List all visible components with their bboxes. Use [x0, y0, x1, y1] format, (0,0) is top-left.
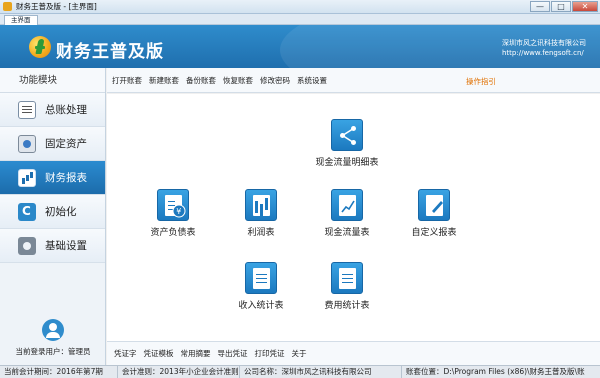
- status-period: 当前会计期间：2016年第7期: [0, 366, 118, 378]
- backup-account-button[interactable]: 备份账套: [186, 75, 216, 86]
- report-expense-stats[interactable]: 费用统计表: [312, 262, 382, 311]
- title-bar: 财务王普及版 - [主界面] — □ ✕: [0, 0, 600, 14]
- company-info: 深圳市风之讯科技有限公司 http://www.fengsoft.cn/: [502, 38, 586, 58]
- report-panel: 现金流量明细表 ¥ 资产负债表 利润表 现金流量表 自定义报表 收入统计表 费用…: [107, 94, 600, 341]
- init-icon: [18, 202, 36, 221]
- report-label: 收入统计表: [238, 301, 284, 311]
- share-icon: [331, 119, 363, 151]
- current-user: 当前登录用户：管理员: [0, 315, 106, 365]
- top-toolbar: 打开账套 新建账套 备份账套 恢复账套 修改密码 系统设置 操作指引: [107, 68, 600, 93]
- header-banner: 财务王普及版 深圳市风之讯科技有限公司 http://www.fengsoft.…: [0, 25, 600, 68]
- status-company: 公司名称：深圳市风之讯科技有限公司: [240, 366, 402, 378]
- report-label: 费用统计表: [324, 301, 370, 311]
- sidebar-item-label: 初始化: [45, 206, 77, 218]
- sidebar-item-fixed-assets[interactable]: 固定资产: [0, 127, 105, 161]
- report-cashflow-statement[interactable]: 现金流量表: [307, 189, 387, 238]
- sidebar-item-ledger[interactable]: 总账处理: [0, 93, 105, 127]
- system-settings-button[interactable]: 系统设置: [297, 75, 327, 86]
- about-button[interactable]: 关于: [292, 348, 307, 359]
- close-button[interactable]: ✕: [572, 1, 598, 12]
- clipboard-yen-icon: ¥: [157, 189, 189, 221]
- current-user-label: 当前登录用户：管理员: [15, 347, 91, 356]
- report-label: 资产负债表: [150, 228, 196, 238]
- window-title: 财务王普及版 - [主界面]: [16, 2, 97, 11]
- app-icon: [3, 2, 12, 11]
- sidebar-item-label: 总账处理: [45, 104, 87, 116]
- avatar: [42, 319, 64, 341]
- sidebar-item-init[interactable]: 初始化: [0, 195, 105, 229]
- svg-text:¥: ¥: [176, 207, 181, 216]
- tab-strip: 主界面: [0, 14, 600, 25]
- clipboard-list-icon: [331, 262, 363, 294]
- report-icon: [18, 168, 36, 187]
- restore-account-button[interactable]: 恢复账套: [223, 75, 253, 86]
- sidebar-header: 功能模块: [0, 68, 105, 93]
- report-cashflow-detail[interactable]: 现金流量明细表: [302, 119, 392, 168]
- sidebar-item-label: 基础设置: [45, 240, 87, 252]
- status-path: 账套位置：D:\Program Files (x86)\财务王普及版\账: [406, 366, 585, 376]
- change-password-button[interactable]: 修改密码: [260, 75, 290, 86]
- app-name: 财务王普及版: [56, 42, 164, 62]
- report-label: 现金流量表: [324, 228, 370, 238]
- report-balance-sheet[interactable]: ¥ 资产负债表: [143, 189, 203, 238]
- minimize-button[interactable]: —: [530, 1, 550, 12]
- status-bar: 当前会计期间：2016年第7期 会计准则：2013年小企业会计准则 公司名称：深…: [0, 365, 600, 378]
- operation-guide-link[interactable]: 操作指引: [466, 76, 496, 87]
- report-label: 自定义报表: [411, 228, 457, 238]
- report-custom[interactable]: 自定义报表: [399, 189, 469, 238]
- common-summary-button[interactable]: 常用摘要: [181, 348, 211, 359]
- company-url[interactable]: http://www.fengsoft.cn/: [502, 48, 586, 58]
- report-label: 现金流量明细表: [315, 158, 379, 168]
- maximize-button[interactable]: □: [551, 1, 571, 12]
- voucher-type-button[interactable]: 凭证字: [114, 348, 137, 359]
- print-voucher-button[interactable]: 打印凭证: [255, 348, 285, 359]
- tab-main[interactable]: 主界面: [4, 15, 38, 25]
- sidebar-item-reports[interactable]: 财务报表: [0, 161, 105, 195]
- new-account-button[interactable]: 新建账套: [149, 75, 179, 86]
- sidebar-item-settings[interactable]: 基础设置: [0, 229, 105, 263]
- bottom-toolbar: 凭证字 凭证模板 常用摘要 导出凭证 打印凭证 关于: [107, 341, 600, 365]
- window-controls: — □ ✕: [530, 1, 598, 12]
- gear-icon: [18, 236, 36, 255]
- report-label: 利润表: [247, 228, 275, 238]
- sidebar: 功能模块 总账处理 固定资产 财务报表 初始化 基础设置 当前登录用户：管理员: [0, 68, 106, 365]
- edit-document-icon: [418, 189, 450, 221]
- line-chart-icon: [331, 189, 363, 221]
- clipboard-list-icon: [245, 262, 277, 294]
- open-account-button[interactable]: 打开账套: [112, 75, 142, 86]
- bar-chart-icon: [245, 189, 277, 221]
- company-name: 深圳市风之讯科技有限公司: [502, 39, 586, 47]
- report-income-statement[interactable]: 利润表: [231, 189, 291, 238]
- sidebar-item-label: 财务报表: [45, 172, 87, 184]
- status-standard: 会计准则：2013年小企业会计准则: [118, 366, 240, 378]
- logo-icon: [29, 36, 51, 58]
- export-voucher-button[interactable]: 导出凭证: [218, 348, 248, 359]
- voucher-template-button[interactable]: 凭证模板: [144, 348, 174, 359]
- report-revenue-stats[interactable]: 收入统计表: [226, 262, 296, 311]
- ledger-icon: [18, 100, 36, 119]
- asset-icon: [18, 134, 36, 153]
- sidebar-item-label: 固定资产: [45, 138, 87, 150]
